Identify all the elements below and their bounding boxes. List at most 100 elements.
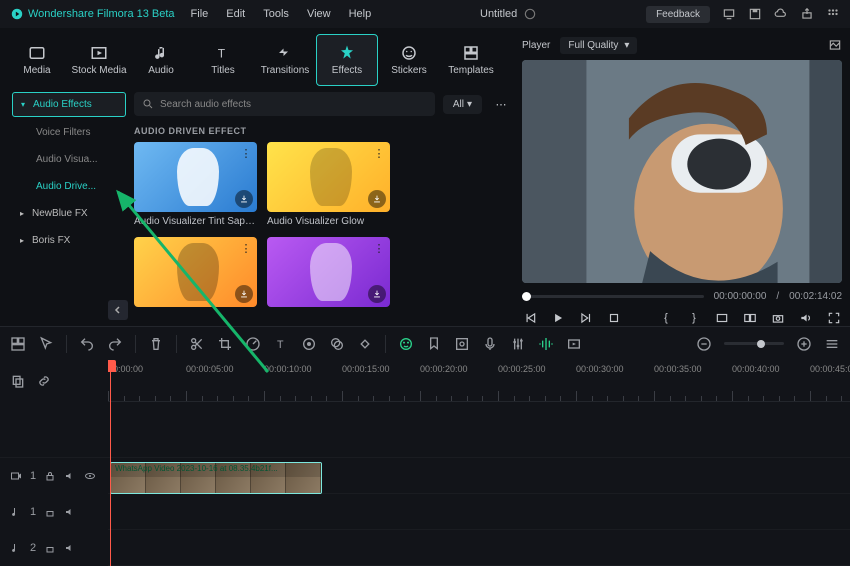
volume-icon[interactable] bbox=[798, 310, 814, 326]
chroma-icon[interactable] bbox=[329, 336, 345, 352]
zoom-slider[interactable] bbox=[724, 342, 784, 345]
prev-frame-button[interactable] bbox=[522, 310, 538, 326]
next-frame-button[interactable] bbox=[578, 310, 594, 326]
text-icon[interactable]: T bbox=[273, 336, 289, 352]
ai-icon[interactable] bbox=[398, 336, 414, 352]
tracking-icon[interactable] bbox=[454, 336, 470, 352]
audio-track-2-header[interactable]: 2 bbox=[0, 530, 108, 566]
effect-card[interactable]: ⋮ Audio Visualizer Glow bbox=[267, 142, 390, 227]
auto-beat-icon[interactable] bbox=[538, 336, 554, 352]
stop-button[interactable] bbox=[606, 310, 622, 326]
effect-card[interactable]: ⋮ Audio Visualizer Tint Sapphire bbox=[134, 142, 257, 227]
category-audio-driven[interactable]: Audio Drive... bbox=[12, 175, 126, 198]
audio-track-2-row[interactable] bbox=[108, 530, 850, 566]
tab-audio[interactable]: Audio bbox=[130, 34, 192, 86]
video-clip[interactable]: WhatsApp Video 2023-10-16 at 08.35.4b21f… bbox=[110, 462, 322, 494]
mic-icon[interactable] bbox=[482, 336, 498, 352]
tab-titles[interactable]: TTitles bbox=[192, 34, 254, 86]
snapshot-icon[interactable] bbox=[828, 38, 842, 52]
effect-card[interactable]: ⋮ bbox=[134, 237, 257, 311]
scrubber-handle[interactable] bbox=[522, 292, 531, 301]
category-boris-fx[interactable]: Boris FX bbox=[12, 229, 126, 252]
menu-file[interactable]: File bbox=[191, 8, 209, 20]
zoom-out-icon[interactable] bbox=[696, 336, 712, 352]
video-preview[interactable] bbox=[522, 60, 842, 283]
speed-icon[interactable] bbox=[245, 336, 261, 352]
crop-icon[interactable] bbox=[217, 336, 233, 352]
category-voice-filters[interactable]: Voice Filters bbox=[12, 121, 126, 144]
compare-button[interactable] bbox=[742, 310, 758, 326]
download-icon[interactable] bbox=[368, 190, 386, 208]
eye-icon[interactable] bbox=[84, 470, 96, 482]
delete-icon[interactable] bbox=[148, 336, 164, 352]
effect-card[interactable]: ⋮ bbox=[267, 237, 390, 311]
zoom-handle[interactable] bbox=[757, 340, 765, 348]
layout-icon[interactable] bbox=[10, 336, 26, 352]
search-input[interactable]: Search audio effects bbox=[134, 92, 435, 116]
scrubber[interactable] bbox=[522, 295, 704, 298]
mute-icon[interactable] bbox=[64, 506, 76, 518]
apps-icon[interactable] bbox=[826, 7, 840, 21]
cloud-icon[interactable] bbox=[774, 7, 788, 21]
undo-icon[interactable] bbox=[79, 336, 95, 352]
tab-stickers[interactable]: Stickers bbox=[378, 34, 440, 86]
playhead[interactable] bbox=[110, 360, 111, 566]
video-track-row[interactable]: WhatsApp Video 2023-10-16 at 08.35.4b21f… bbox=[108, 458, 850, 494]
download-icon[interactable] bbox=[368, 285, 386, 303]
mute-icon[interactable] bbox=[64, 470, 76, 482]
color-icon[interactable] bbox=[301, 336, 317, 352]
tab-stock-media[interactable]: Stock Media bbox=[68, 34, 130, 86]
card-menu-icon[interactable]: ⋮ bbox=[239, 241, 253, 255]
mute-icon[interactable] bbox=[64, 542, 76, 554]
menu-edit[interactable]: Edit bbox=[226, 8, 245, 20]
audio-track-1-header[interactable]: 1 bbox=[0, 494, 108, 530]
copy-icon[interactable] bbox=[10, 373, 26, 389]
track-options-icon[interactable] bbox=[824, 336, 840, 352]
zoom-in-icon[interactable] bbox=[796, 336, 812, 352]
menu-view[interactable]: View bbox=[307, 8, 331, 20]
ratio-button[interactable] bbox=[714, 310, 730, 326]
category-newblue-fx[interactable]: NewBlue FX bbox=[12, 202, 126, 225]
tab-effects[interactable]: Effects bbox=[316, 34, 378, 86]
link-icon[interactable] bbox=[36, 373, 52, 389]
tab-transitions[interactable]: Transitions bbox=[254, 34, 316, 86]
fullscreen-icon[interactable] bbox=[826, 310, 842, 326]
menu-help[interactable]: Help bbox=[349, 8, 372, 20]
lock-icon[interactable] bbox=[44, 542, 56, 554]
render-icon[interactable] bbox=[566, 336, 582, 352]
redo-icon[interactable] bbox=[107, 336, 123, 352]
player-tab[interactable]: Player bbox=[522, 40, 550, 51]
quality-dropdown[interactable]: Full Quality▾ bbox=[560, 37, 637, 54]
download-icon[interactable] bbox=[235, 190, 253, 208]
video-track-header[interactable]: 1 bbox=[0, 458, 108, 494]
more-options-button[interactable]: ⋯ bbox=[490, 93, 512, 115]
monitor-icon[interactable] bbox=[722, 7, 736, 21]
audio-track-1-row[interactable] bbox=[108, 494, 850, 530]
mixer-icon[interactable] bbox=[510, 336, 526, 352]
cursor-icon[interactable] bbox=[38, 336, 54, 352]
download-icon[interactable] bbox=[235, 285, 253, 303]
mark-in-button[interactable]: { bbox=[658, 310, 674, 326]
tab-media[interactable]: Media bbox=[6, 34, 68, 86]
mark-out-button[interactable]: } bbox=[686, 310, 702, 326]
camera-icon[interactable] bbox=[770, 310, 786, 326]
sidebar-collapse-button[interactable] bbox=[108, 300, 128, 320]
category-audio-effects[interactable]: Audio Effects bbox=[12, 92, 126, 117]
lock-icon[interactable] bbox=[44, 506, 56, 518]
lock-icon[interactable] bbox=[44, 470, 56, 482]
card-menu-icon[interactable]: ⋮ bbox=[372, 241, 386, 255]
keyframe-icon[interactable] bbox=[357, 336, 373, 352]
feedback-button[interactable]: Feedback bbox=[646, 6, 710, 23]
category-audio-visualizer[interactable]: Audio Visua... bbox=[12, 148, 126, 171]
marker-icon[interactable] bbox=[426, 336, 442, 352]
split-icon[interactable] bbox=[189, 336, 205, 352]
save-icon[interactable] bbox=[748, 7, 762, 21]
card-menu-icon[interactable]: ⋮ bbox=[239, 146, 253, 160]
card-menu-icon[interactable]: ⋮ bbox=[372, 146, 386, 160]
tab-templates[interactable]: Templates bbox=[440, 34, 502, 86]
filter-dropdown[interactable]: All▾ bbox=[443, 95, 482, 114]
timeline-ruler[interactable]: 00:00:00 00:00:05:00 00:00:10:00 00:00:1… bbox=[108, 360, 850, 402]
menu-tools[interactable]: Tools bbox=[263, 8, 289, 20]
play-button[interactable] bbox=[550, 310, 566, 326]
export-icon[interactable] bbox=[800, 7, 814, 21]
